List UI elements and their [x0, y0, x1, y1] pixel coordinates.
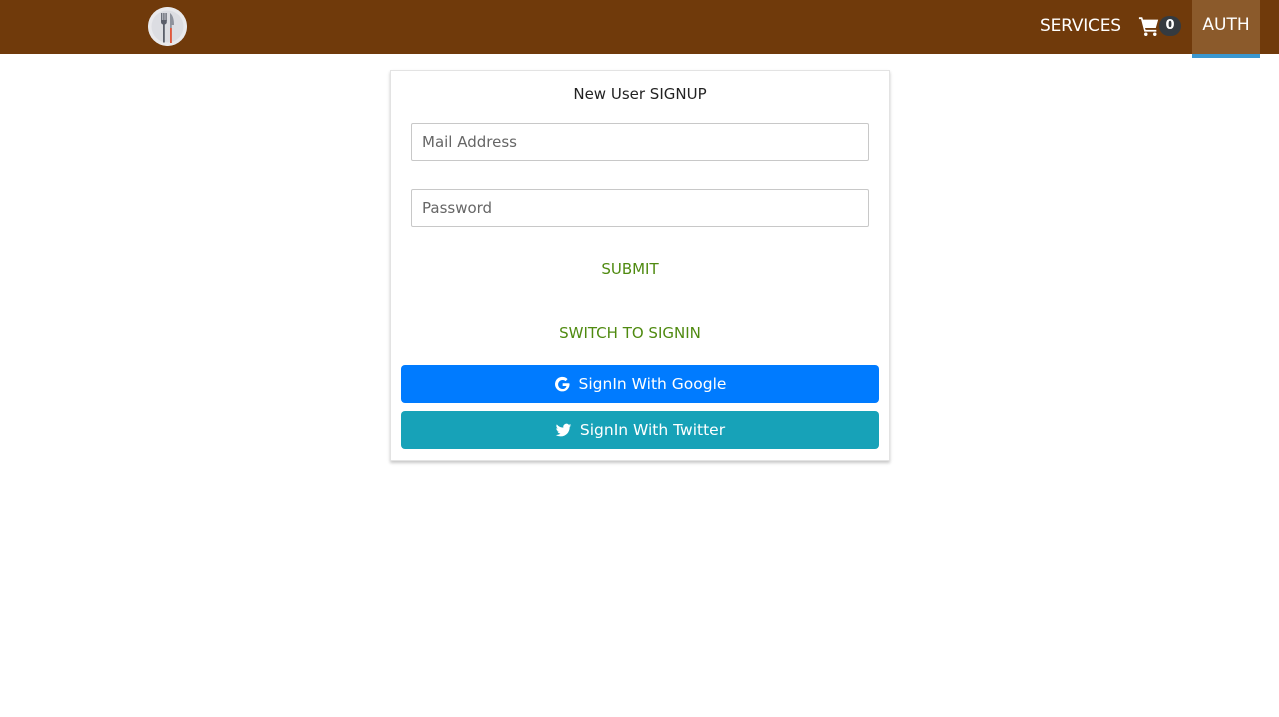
nav-services-link[interactable]: SERVICES	[1040, 14, 1121, 38]
google-signin-label: SignIn With Google	[578, 375, 727, 393]
submit-button[interactable]: SUBMIT	[391, 255, 869, 283]
signup-card: New User SIGNUP SUBMIT SWITCH TO SIGNIN …	[390, 70, 890, 461]
email-input[interactable]	[411, 123, 869, 161]
shopping-cart-icon	[1138, 17, 1159, 36]
card-title: New User SIGNUP	[573, 85, 707, 103]
google-icon	[554, 376, 570, 391]
google-signin-button[interactable]: SignIn With Google	[401, 365, 879, 403]
restaurant-logo-icon[interactable]	[148, 7, 187, 46]
twitter-signin-button[interactable]: SignIn With Twitter	[401, 411, 879, 449]
password-input[interactable]	[411, 189, 869, 227]
top-navbar: SERVICES 0 AUTH	[0, 0, 1279, 58]
nav-auth-tab[interactable]: AUTH	[1192, 0, 1260, 58]
cart-count-badge: 0	[1159, 16, 1181, 36]
twitter-signin-label: SignIn With Twitter	[579, 421, 726, 439]
twitter-icon	[555, 423, 572, 436]
switch-to-signin-button[interactable]: SWITCH TO SIGNIN	[391, 319, 869, 347]
